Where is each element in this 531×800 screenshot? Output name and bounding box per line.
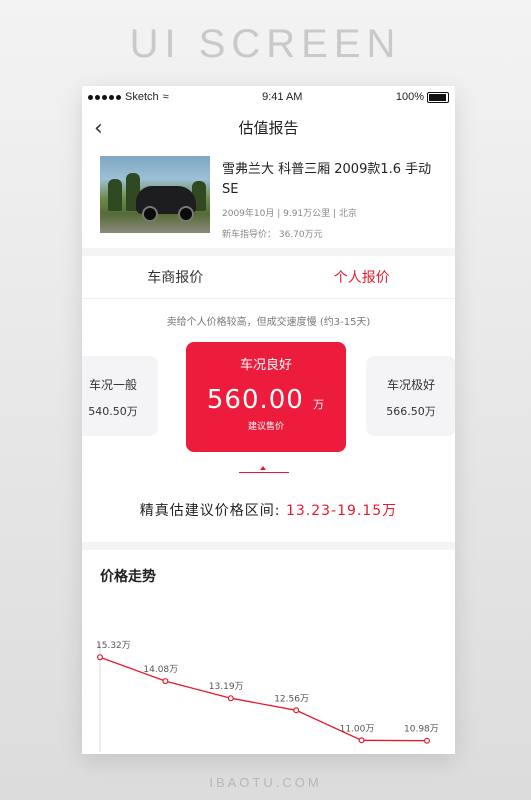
price-trend-chart: 15.32万 14.08万 13.19万 12.56万 11.00万 10.98万 — [96, 641, 439, 752]
status-time: 9:41 AM — [262, 91, 303, 103]
trend-title: 价格走势 — [100, 569, 156, 585]
chart-point — [162, 678, 169, 685]
banner-title: UI SCREEN — [129, 22, 402, 66]
chart-point — [358, 737, 365, 744]
nav-bar: ‹ 估值报告 — [82, 108, 455, 146]
card-excellent-condition[interactable]: 车况极好 566.50万 — [366, 356, 455, 436]
car-summary[interactable]: 雪弗兰大 科普三厢 2009款1.6 手动SE 2009年10月 | 9.91万… — [82, 146, 455, 248]
divider — [82, 248, 455, 256]
card-good-label: 车况良好 — [239, 358, 292, 373]
battery-icon — [427, 91, 449, 103]
back-chevron-icon[interactable]: ‹ — [94, 116, 103, 141]
card-good-unit: 万 — [313, 398, 326, 411]
condition-cards: 车况一般 540.50万 车况良好 560.00 万 建议售价 车况极好 566… — [82, 342, 455, 452]
chart-point — [424, 737, 431, 744]
price-range-label: 精真估建议价格区间: — [139, 503, 281, 519]
phone-screen: Sketch ≈ 9:41 AM 100% ‹ 估值报告 雪弗兰大 科普三厢 2… — [82, 86, 455, 754]
wifi-icon: ≈ — [162, 91, 169, 103]
battery-percent: 100% — [395, 91, 424, 103]
price-range: 精真估建议价格区间: 13.23-19.15万 — [82, 500, 455, 520]
chart-point — [227, 695, 234, 702]
card-excellent-label: 车况极好 — [386, 378, 435, 392]
carrier-label: Sketch — [125, 91, 159, 103]
divider — [82, 542, 455, 550]
card-fair-label: 车况一般 — [88, 378, 137, 392]
quote-tabs: 车商报价 个人报价 — [82, 256, 455, 299]
hint-text: 卖给个人价格较高，但成交速度慢 (约3-15天) — [166, 317, 371, 328]
card-good-sub: 建议售价 — [247, 422, 284, 432]
card-fair-value: 540.50万 — [88, 405, 138, 418]
car-photo — [100, 156, 210, 233]
status-bar: Sketch ≈ 9:41 AM 100% — [82, 86, 455, 108]
card-fair-condition[interactable]: 车况一般 540.50万 — [82, 356, 158, 436]
tab-personal-quote[interactable]: 个人报价 — [269, 267, 456, 287]
chart-data-label: 14.08万 — [143, 665, 178, 675]
chart-data-label: 10.98万 — [404, 725, 439, 735]
car-meta: 2009年10月 | 9.91万公里 | 北京 — [222, 209, 357, 219]
chart-data-label: 13.19万 — [209, 682, 244, 692]
price-range-value: 13.23-19.15万 — [285, 503, 398, 519]
chart-data-label: 15.32万 — [96, 641, 131, 651]
signal-icon — [88, 94, 121, 100]
chart-point — [97, 654, 104, 661]
chart-data-label: 12.56万 — [274, 694, 309, 704]
carousel-indicator — [82, 466, 455, 480]
card-good-value: 560.00 — [206, 385, 304, 415]
tab-dealer-quote[interactable]: 车商报价 — [82, 267, 269, 287]
chart-data-label: 11.00万 — [340, 724, 375, 734]
footer-watermark: IBAOTU.COM — [209, 775, 322, 790]
page-title: 估值报告 — [238, 118, 299, 137]
card-good-condition[interactable]: 车况良好 560.00 万 建议售价 — [186, 342, 346, 452]
card-excellent-value: 566.50万 — [386, 405, 436, 418]
car-title: 雪弗兰大 科普三厢 2009款1.6 手动SE — [222, 162, 432, 197]
car-new-price: 新车指导价： 36.70万元 — [222, 230, 323, 240]
chart-point — [293, 707, 300, 714]
